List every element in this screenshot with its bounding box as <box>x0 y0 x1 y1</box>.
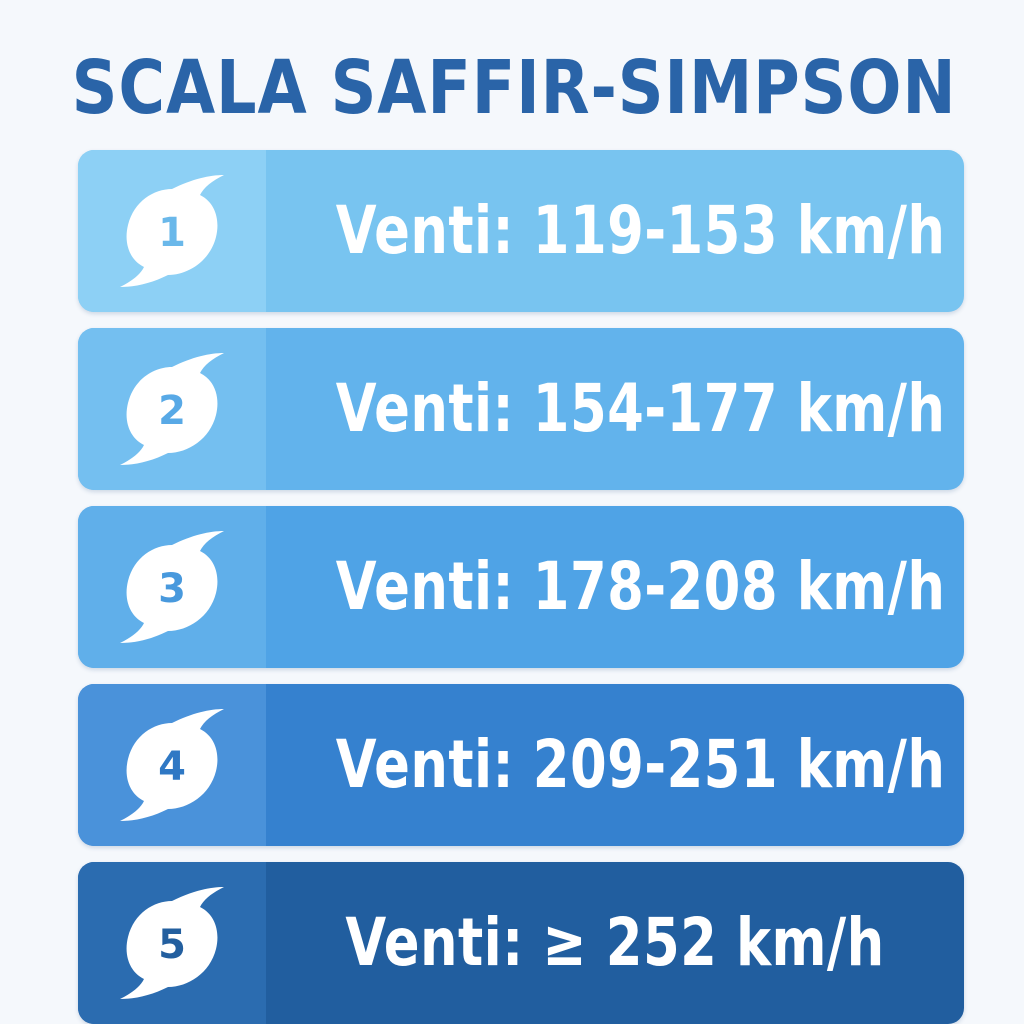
category-badge: 1 <box>78 150 266 312</box>
category-number-layer: 5 <box>158 922 186 968</box>
category-label: Venti: ≥ 252 km/h <box>345 904 885 981</box>
category-label: Venti: 154-177 km/h <box>335 370 946 447</box>
category-label: Venti: 119-153 km/h <box>335 192 946 269</box>
category-number: 5 <box>158 922 186 968</box>
category-badge: 2 <box>78 328 266 490</box>
saffir-simpson-scale: SCALA SAFFIR-SIMPSON 1 Venti: 119-153 km… <box>0 0 1024 1024</box>
category-number-layer: 3 <box>158 566 186 612</box>
category-row-3: 3 Venti: 178-208 km/h <box>78 506 964 668</box>
category-row-1: 1 Venti: 119-153 km/h <box>78 150 964 312</box>
category-number: 3 <box>158 566 186 612</box>
category-row-4: 4 Venti: 209-251 km/h <box>78 684 964 846</box>
category-number-layer: 1 <box>158 210 186 256</box>
category-badge: 4 <box>78 684 266 846</box>
category-list: 1 Venti: 119-153 km/h 2 Venti: 154-177 k… <box>78 150 964 1024</box>
category-number-layer: 2 <box>158 388 186 434</box>
category-row-5: 5 Venti: ≥ 252 km/h <box>78 862 964 1024</box>
category-badge: 5 <box>78 862 266 1024</box>
category-badge: 3 <box>78 506 266 668</box>
category-number-layer: 4 <box>158 744 186 790</box>
page-title: SCALA SAFFIR-SIMPSON <box>71 45 957 131</box>
category-label: Venti: 178-208 km/h <box>335 548 946 625</box>
category-number: 1 <box>158 210 186 256</box>
category-number: 2 <box>158 388 186 434</box>
category-number: 4 <box>158 744 186 790</box>
category-row-2: 2 Venti: 154-177 km/h <box>78 328 964 490</box>
category-label: Venti: 209-251 km/h <box>335 726 946 803</box>
